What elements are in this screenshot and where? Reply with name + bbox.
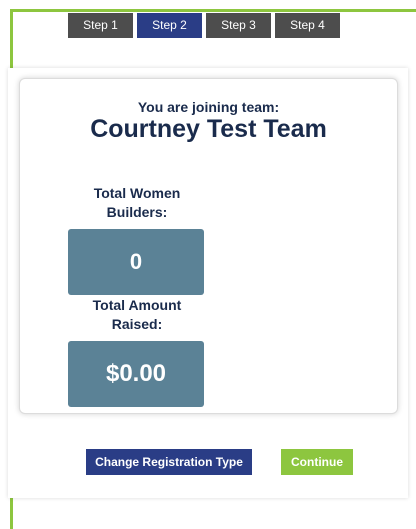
step-2-tab[interactable]: Step 2 (137, 13, 202, 38)
step-3-tab[interactable]: Step 3 (206, 13, 271, 38)
team-summary-card: You are joining team: Courtney Test Team… (19, 78, 398, 414)
step-4-tab[interactable]: Step 4 (275, 13, 340, 38)
team-name: Courtney Test Team (90, 115, 327, 143)
amount-raised-label: Total Amount Raised: (92, 297, 182, 332)
joining-team-label: You are joining team: (137, 99, 280, 115)
step-1-tab[interactable]: Step 1 (68, 13, 133, 38)
change-registration-type-button[interactable]: Change Registration Type (86, 449, 252, 475)
women-builders-value: 0 (68, 229, 204, 295)
step-navigation: Step 1 Step 2 Step 3 Step 4 (68, 13, 340, 38)
continue-button[interactable]: Continue (281, 449, 353, 475)
amount-raised-value: $0.00 (68, 341, 204, 407)
women-builders-label: Total Women Builders: (93, 185, 181, 220)
